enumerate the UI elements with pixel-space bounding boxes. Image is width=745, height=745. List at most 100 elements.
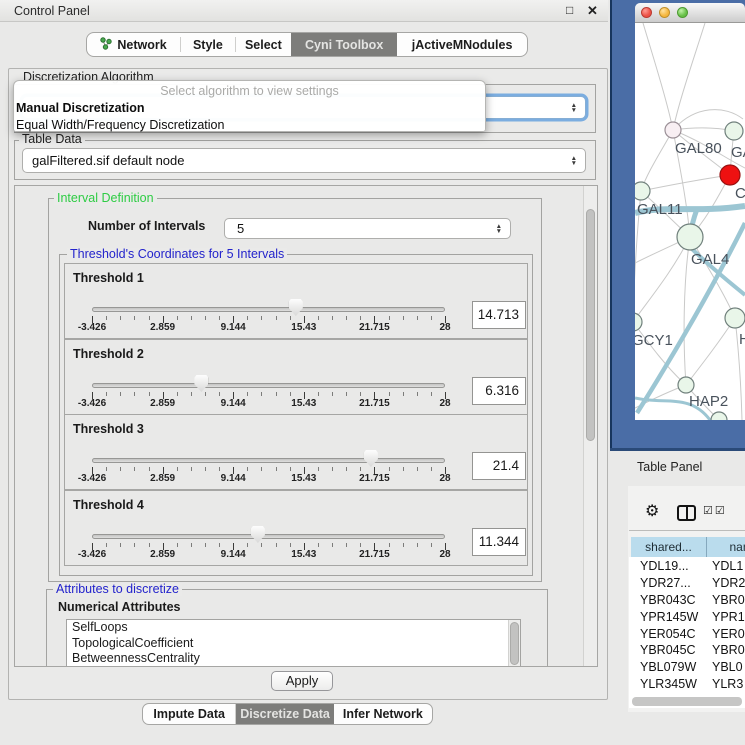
threshold-slider-thumb[interactable] [251, 526, 265, 543]
threshold-coordinates-label: Threshold's Coordinates for 5 Intervals [67, 248, 287, 261]
cell-shared-name[interactable]: YER054C [630, 627, 707, 641]
number-of-intervals-value: 5 [225, 221, 496, 236]
tab-network[interactable]: Network [87, 33, 180, 56]
threshold-slider-track[interactable] [92, 307, 445, 312]
network-node-gcy1[interactable] [635, 313, 642, 331]
network-window-titlebar[interactable] [635, 3, 745, 23]
table-row[interactable]: YBR045CYBR0 [630, 642, 745, 659]
threshold-slider-thumb[interactable] [364, 450, 378, 467]
network-node-hap2[interactable] [678, 377, 694, 393]
tick-mark [134, 543, 135, 547]
float-window-icon[interactable]: □ [566, 3, 573, 17]
table-row[interactable]: YDR27...YDR2 [630, 575, 745, 592]
horizontal-scrollbar-thumb[interactable] [632, 697, 742, 706]
cell-name[interactable]: YDL1 [707, 559, 743, 573]
table-data-combobox[interactable]: galFiltered.sif default node ▲▼ [22, 148, 586, 173]
tick-mark [177, 467, 178, 471]
cell-shared-name[interactable]: YDR27... [630, 576, 707, 590]
table-row[interactable]: YBR043CYBR0 [630, 592, 745, 609]
panel-scrollbar-thumb[interactable] [586, 209, 595, 441]
network-node[interactable] [711, 412, 727, 420]
tab-select[interactable]: Select [236, 33, 292, 56]
cell-name[interactable]: YPR1 [707, 610, 745, 624]
tick-mark [332, 392, 333, 396]
cell-shared-name[interactable]: YBR043C [630, 593, 707, 607]
tick-mark [149, 392, 150, 396]
network-node-c[interactable] [720, 165, 740, 185]
numerical-attributes-list[interactable]: SelfLoopsTopologicalCoefficientBetweenne… [66, 619, 521, 667]
cell-shared-name[interactable]: YPR145W [630, 610, 707, 624]
threshold-slider-track[interactable] [92, 383, 445, 388]
threshold-slider-track[interactable] [92, 534, 445, 539]
table-row[interactable]: YLR345WYLR3 [630, 676, 745, 693]
tab-infer-network[interactable]: Infer Network [334, 704, 432, 724]
column-layout-icon[interactable] [677, 505, 696, 521]
stepper-arrows-icon[interactable]: ▲▼ [571, 156, 577, 166]
screenshot-stage: Control Panel □ ✕ NetworkStyleSelectCyni… [0, 0, 745, 745]
column-header-shared-[interactable]: shared... [631, 537, 706, 557]
tick-mark [247, 467, 248, 471]
threshold-label: Threshold 1 [73, 271, 144, 285]
tick-mark [134, 392, 135, 396]
cell-name[interactable]: YER0 [707, 627, 745, 641]
tick-mark [219, 467, 220, 471]
tick-label: 2.859 [150, 549, 175, 560]
stepper-arrows-icon[interactable]: ▲▼ [571, 103, 577, 113]
table-row[interactable]: YPR145WYPR1 [630, 608, 745, 625]
close-window-icon[interactable]: ✕ [587, 3, 598, 19]
list-item[interactable]: TopologicalCoefficient [67, 636, 520, 652]
cell-shared-name[interactable]: YIL052C [630, 694, 707, 696]
tick-label: 28 [439, 549, 450, 560]
traffic-light-minimize-icon[interactable] [659, 7, 670, 18]
threshold-value-field[interactable]: 14.713 [472, 301, 526, 329]
cell-name[interactable]: YIL0 [707, 694, 738, 696]
threshold-slider-thumb[interactable] [194, 375, 208, 392]
threshold-value-field[interactable]: 21.4 [472, 452, 526, 480]
traffic-light-zoom-icon[interactable] [677, 7, 688, 18]
tick-mark [247, 543, 248, 547]
panel-scrollbar[interactable] [583, 186, 597, 666]
cell-shared-name[interactable]: YBL079W [630, 660, 707, 674]
threshold-value-field[interactable]: 6.316 [472, 377, 526, 405]
threshold-slider-track[interactable] [92, 458, 445, 463]
tab-jactivemnodules[interactable]: jActiveMNodules [397, 33, 527, 56]
tick-mark [417, 316, 418, 320]
dropdown-option-manual-discretization[interactable]: Manual Discretization [14, 100, 485, 117]
gear-icon[interactable]: ⚙ [645, 501, 659, 521]
list-item[interactable]: SelfLoops [67, 620, 520, 636]
stepper-arrows-icon[interactable]: ▲▼ [496, 224, 502, 234]
cell-name[interactable]: YBL0 [707, 660, 743, 674]
column-header-name[interactable]: name [707, 537, 745, 557]
network-node-h[interactable] [725, 308, 745, 328]
apply-button[interactable]: Apply [271, 671, 333, 691]
network-node-gal11[interactable] [635, 182, 650, 200]
dropdown-option-equal-width-frequency-discretization[interactable]: Equal Width/Frequency Discretization [14, 117, 485, 134]
table-row[interactable]: YBL079WYBL0 [630, 659, 745, 676]
cell-shared-name[interactable]: YLR345W [630, 677, 707, 691]
network-node-gal[interactable] [725, 122, 743, 140]
tab-discretize-data[interactable]: Discretize Data [236, 704, 333, 724]
threshold-slider-thumb[interactable] [289, 299, 303, 316]
list-scrollbar[interactable] [508, 620, 520, 667]
cell-shared-name[interactable]: YDL19... [630, 559, 707, 573]
list-item[interactable]: BetweennessCentrality [67, 651, 520, 667]
network-icon [100, 37, 112, 53]
cell-name[interactable]: YBR0 [707, 643, 745, 657]
tab-style[interactable]: Style [181, 33, 235, 56]
tab-impute-data[interactable]: Impute Data [143, 704, 236, 724]
checkbox-columns-icon[interactable]: ☑☑ [703, 504, 727, 517]
table-row[interactable]: YDL19...YDL1 [630, 558, 745, 575]
cell-name[interactable]: YBR0 [707, 593, 745, 607]
cell-name[interactable]: YLR3 [707, 677, 743, 691]
network-view-canvas[interactable]: GAL80GALCGAL11GAL4GCY1HHAP2 [635, 23, 745, 420]
number-of-intervals-combobox[interactable]: 5 ▲▼ [224, 218, 511, 239]
cell-name[interactable]: YDR2 [707, 576, 745, 590]
network-node-gal80[interactable] [665, 122, 681, 138]
network-node-gal4[interactable] [677, 224, 703, 250]
tab-cyni-toolbox[interactable]: Cyni Toolbox [291, 33, 397, 56]
traffic-light-close-icon[interactable] [641, 7, 652, 18]
cell-shared-name[interactable]: YBR045C [630, 643, 707, 657]
table-row[interactable]: YIL052CYIL0 [630, 692, 745, 696]
threshold-value-field[interactable]: 11.344 [472, 528, 526, 556]
table-row[interactable]: YER054CYER0 [630, 625, 745, 642]
